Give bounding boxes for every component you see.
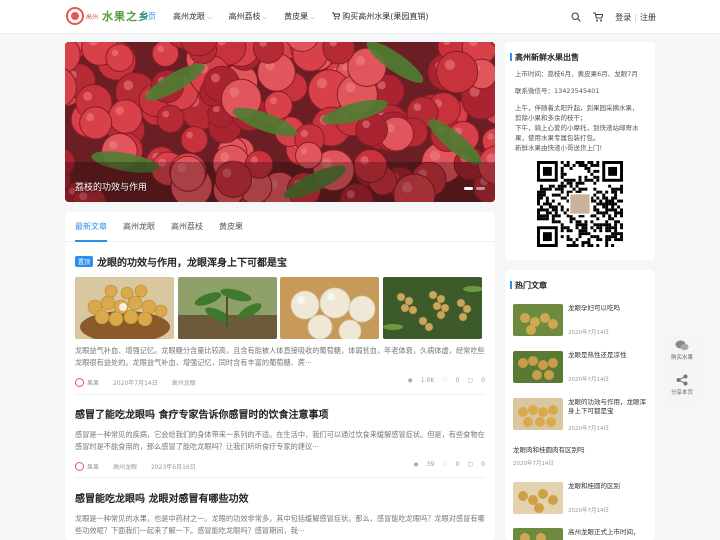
nav-wampee[interactable]: 黄皮果 ⌵ [284, 0, 315, 35]
hot-post-date: 2020年7月14日 [513, 461, 554, 467]
buy-fruit-float[interactable]: 购买水果 [666, 336, 698, 368]
longan-image [513, 528, 563, 540]
header-actions: 登录 | 注册 [561, 0, 656, 34]
tab-lychee[interactable]: 高州荔枝 [171, 212, 203, 242]
login-link[interactable]: 登录 [615, 12, 631, 23]
likes-count[interactable]: ♡ 0 [442, 377, 459, 384]
tab-wampee[interactable]: 黄皮果 [219, 212, 243, 242]
hero-slider[interactable]: 荔枝的功效与作用 [65, 42, 495, 202]
views-count: ◉ 39 [413, 461, 435, 468]
likes-count[interactable]: ♡ 0 [442, 461, 459, 468]
tab-latest[interactable]: 最新文章 [75, 212, 107, 242]
register-link[interactable]: 注册 [640, 12, 656, 23]
post-excerpt: 感冒是一种常见的疾病，它会给我们的身体带来一系列的不适。在生活中，我们可以通过饮… [75, 430, 485, 451]
main-nav: 首页 高州龙眼 ⌵ 高州荔枝 ⌵ 黄皮果 ⌵ 购买高州水果(果园直销) [140, 0, 445, 34]
search-icon[interactable] [569, 10, 583, 24]
post-excerpt: 龙眼益气补血、增强记忆。龙眼糖分含量比较高，且含有能被人体直接吸收的葡萄糖，体弱… [75, 346, 485, 367]
share-page-label: 分享本页 [670, 390, 693, 396]
slider-dot[interactable] [476, 187, 485, 190]
nav-home[interactable]: 首页 [140, 0, 156, 34]
sale-wechat: 联系微信号：13423545401 [515, 87, 600, 95]
share-icon [676, 374, 688, 386]
chevron-down-icon: ⌵ [310, 13, 315, 21]
post-excerpt: 龙眼是一种常见的水果，也是中药材之一。龙眼的功效非常多，其中包括缓解感冒症状。那… [75, 514, 485, 535]
post-date: 2023年6月16日 [151, 463, 196, 471]
views-count: ◉ 1.0K [407, 377, 435, 384]
divider [75, 394, 485, 395]
sale-description: 上午，伴随着太阳升起，到果园采摘水果， 剪除小果和多余的枝干； 下午，骑上心爱的… [515, 104, 639, 152]
slider-dot[interactable] [464, 187, 473, 190]
hot-posts-card: 热门文章 龙眼孕妇可以吃吗 2020年7月14日 龙眼是热性还是凉性 2020年… [505, 270, 655, 540]
avatar[interactable] [75, 461, 84, 471]
longan-image [513, 304, 563, 336]
hot-title: 热门文章 [505, 270, 655, 291]
post-date: 2020年7月14日 [113, 379, 158, 387]
cart-icon[interactable] [591, 10, 605, 24]
nav-buy[interactable]: 购买高州水果(果园直销) [331, 0, 428, 34]
longan-image [513, 482, 563, 514]
avatar[interactable] [75, 377, 84, 387]
hot-post-date: 2020年7月14日 [568, 330, 609, 336]
logo-fruit-icon [66, 7, 84, 25]
post-title[interactable]: 感冒了能吃龙眼吗 食疗专家告诉你感冒时的饮食注意事项 [75, 406, 485, 421]
pinned-badge: 置顶 [75, 256, 94, 267]
logo-sub: 高州 [86, 13, 99, 21]
hot-post-title[interactable]: 龙眼肉和桂圆肉有区别吗 [513, 446, 649, 455]
hot-post-title[interactable]: 龙眼和桂圆的区别 [568, 482, 650, 491]
sale-info: 上市时间：荔枝6月、黄皮果6月、龙眼7月 联系微信号：13423545401 上… [505, 63, 655, 153]
longan-image [513, 351, 563, 383]
sale-title: 高州新鲜水果出售 [505, 42, 655, 63]
tab-bar: 最新文章 高州龙眼 高州荔枝 黄皮果 [65, 212, 495, 242]
slider-dots [461, 187, 485, 190]
nav-longan[interactable]: 高州龙眼 ⌵ [173, 0, 212, 35]
article-list-card: 最新文章 高州龙眼 高州荔枝 黄皮果 置顶 龙眼的功效与作用，龙眼浑身上下可都是… [65, 212, 495, 540]
longan-tree-image[interactable] [177, 277, 277, 339]
hot-post-title[interactable]: 龙眼是热性还是凉性 [568, 351, 650, 360]
hot-post-date: 2020年7月14日 [568, 508, 609, 514]
divider [75, 477, 485, 478]
peeled-longan-image[interactable] [280, 277, 380, 339]
wechat-icon [675, 340, 689, 351]
post-title[interactable]: 感冒能吃龙眼吗 龙眼对感冒有哪些功效 [75, 490, 485, 505]
comments-count[interactable]: ▢ 0 [468, 461, 486, 468]
comments-count[interactable]: ▢ 0 [468, 377, 486, 384]
sale-season: 上市时间：荔枝6月、黄皮果6月、龙眼7月 [515, 70, 638, 78]
hero-caption[interactable]: 荔枝的功效与作用 [75, 180, 147, 193]
hot-post-title[interactable]: 高州龙眼正式上市时间， [568, 528, 650, 537]
post-category[interactable]: 高州龙眼 [172, 378, 196, 387]
lychee-image [65, 42, 495, 202]
post-item: 置顶 龙眼的功效与作用，龙眼浑身上下可都是宝 龙眼益气补血、增强记忆。龙眼糖分含… [75, 254, 485, 387]
post-category[interactable]: 高州龙眼 [113, 462, 137, 471]
hot-post-title[interactable]: 龙眼的功效与作用，龙眼浑身上下可都是宝 [568, 398, 650, 416]
fruit-sale-card: 高州新鲜水果出售 上市时间：荔枝6月、黄皮果6月、龙眼7月 联系微信号：1342… [505, 42, 655, 260]
post-item: 感冒了能吃龙眼吗 食疗专家告诉你感冒时的饮食注意事项 感冒是一种常见的疾病，它会… [75, 406, 485, 471]
post-title[interactable]: 置顶 龙眼的功效与作用，龙眼浑身上下可都是宝 [75, 254, 485, 269]
longan-cluster-image[interactable] [382, 277, 482, 339]
nav-lychee[interactable]: 高州荔枝 ⌵ [229, 0, 268, 35]
tab-longan[interactable]: 高州龙眼 [123, 212, 155, 242]
cart-icon [331, 12, 341, 20]
buy-fruit-label: 购买水果 [670, 355, 693, 361]
chevron-down-icon: ⌵ [207, 13, 212, 21]
post-meta: 果果 2020年7月14日 高州龙眼 ◉ 1.0K ♡ 0 ▢ 0 [75, 377, 485, 387]
share-page-float[interactable]: 分享本页 [666, 370, 698, 402]
longan-basket-image[interactable] [75, 277, 175, 339]
hot-post-date: 2020年7月14日 [568, 426, 609, 432]
post-item: 感冒能吃龙眼吗 龙眼对感冒有哪些功效 龙眼是一种常见的水果，也是中药材之一。龙眼… [75, 490, 485, 537]
post-thumbnails [75, 277, 485, 339]
author-name[interactable]: 果果 [87, 462, 99, 471]
longan-basket-image [513, 398, 563, 430]
wechat-qr-code [537, 161, 623, 247]
site-logo[interactable]: 高州 水果之乡 [66, 7, 150, 25]
top-header: 高州 水果之乡 首页 高州龙眼 ⌵ 高州荔枝 ⌵ 黄皮果 ⌵ 购买高州水果(果园直销)… [0, 0, 720, 34]
separator: | [634, 12, 637, 22]
hot-post-date: 2020年7月14日 [568, 377, 609, 383]
chevron-down-icon: ⌵ [262, 13, 268, 21]
author-name[interactable]: 果果 [87, 378, 99, 387]
post-meta: 果果 高州龙眼 2023年6月16日 ◉ 39 ♡ 0 ▢ 0 [75, 461, 485, 471]
hot-post-title[interactable]: 龙眼孕妇可以吃吗 [568, 304, 650, 313]
